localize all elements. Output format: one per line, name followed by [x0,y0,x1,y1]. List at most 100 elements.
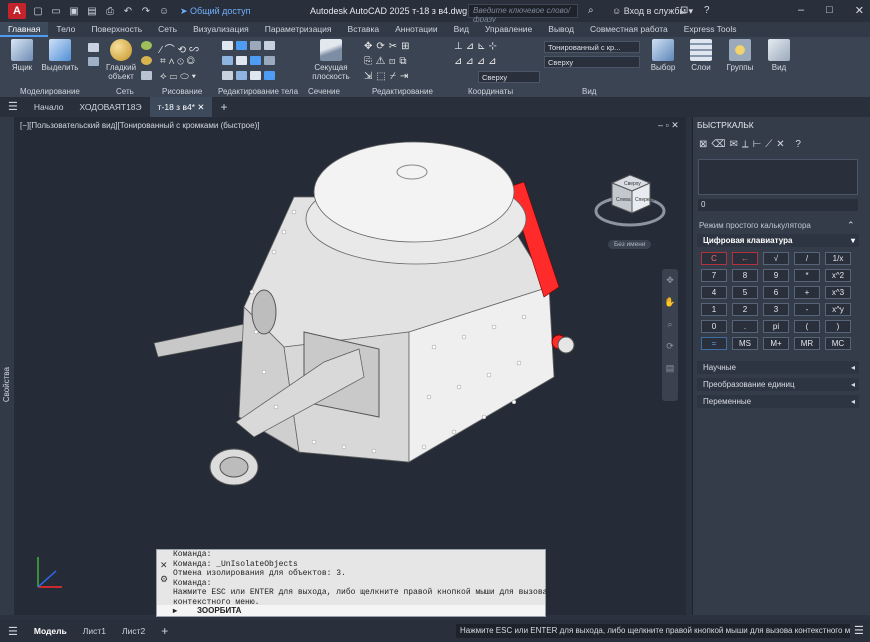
calc-key[interactable]: √ [763,252,789,265]
undo-icon[interactable]: ↶ [122,5,134,17]
chamfer-edges-icon[interactable] [236,71,247,80]
calc-key[interactable]: 8 [732,269,758,282]
ucs-tools-row1[interactable]: ⊥⊿⊾⊹ [454,41,500,52]
calc-key[interactable]: 0 [701,320,727,333]
nav-tools[interactable]: ✥ ✋ ⌕ ⟳ ▤ [662,269,678,379]
mesh-refine-icon[interactable] [141,71,152,80]
minimize-icon[interactable]: – [798,4,804,17]
view-dropdown[interactable]: Сверху [544,56,640,68]
calc-key[interactable]: C [701,252,727,265]
viewcube-ucs-menu[interactable]: Без имени [608,240,652,249]
layout-tab-model[interactable]: Модель [26,626,75,636]
calc-key[interactable]: M+ [763,337,789,350]
calc-key[interactable]: x^2 [825,269,851,282]
calc-key[interactable]: pi [763,320,789,333]
visual-style-dropdown[interactable]: Тонированный с кр... [544,41,640,53]
calc-key[interactable]: ( [794,320,820,333]
calc-key[interactable]: ← [732,252,758,265]
search-icon[interactable]: ⌕ [588,5,594,16]
user-icon[interactable]: ☺ [158,5,170,17]
layout-tab-sheet1[interactable]: Лист1 [75,626,114,636]
viewcube[interactable]: Сверху Слева Спереди [590,161,670,241]
smooth-object-button[interactable]: Гладкий объект [101,39,141,81]
save-icon[interactable]: ▣ [68,5,80,17]
shell-icon[interactable] [250,56,261,65]
doc-tab-hodovaya[interactable]: ХОДОВАЯТ18Э [72,97,150,117]
customize-icon[interactable]: ☰ [854,624,864,637]
groups-button[interactable]: Группы [720,39,760,72]
fillet-edges-icon[interactable] [222,71,233,80]
open-folder-icon[interactable]: ▭ [50,5,62,17]
mesh-smooth-icon[interactable] [141,56,152,65]
calc-key[interactable]: = [701,337,727,350]
menu-icon[interactable]: ☰ [0,97,26,117]
maximize-icon[interactable]: □ [826,4,833,17]
panel-view[interactable]: Вид [582,87,596,96]
quickcalc-input[interactable]: 0 [698,199,858,211]
section-plane-button[interactable]: Секущая плоскость [306,39,356,81]
command-close-icon[interactable]: ✕ [160,560,168,571]
layout-menu-icon[interactable]: ☰ [0,625,26,638]
calc-key[interactable]: 6 [763,286,789,299]
panel-modify[interactable]: Редактирование [372,87,433,96]
panel-coordinates[interactable]: Координаты [468,87,513,96]
calc-key[interactable]: - [794,303,820,316]
save-as-icon[interactable]: ▤ [86,5,98,17]
calc-key[interactable]: x^3 [825,286,851,299]
layers-button[interactable]: Слои [682,39,720,72]
thicken-icon[interactable] [250,71,261,80]
calc-key[interactable]: 9 [763,269,789,282]
cart-icon[interactable]: ⊡ [680,5,688,16]
box-button[interactable]: Ящик [2,39,42,72]
tab-solid[interactable]: Тело [48,22,83,37]
search-input[interactable]: Введите ключевое слово/фразу [468,4,578,24]
calc-key[interactable]: 1/x [825,252,851,265]
new-tab-icon[interactable]: + [212,97,235,117]
intersect-icon[interactable] [250,41,261,50]
subtract-icon[interactable] [236,41,247,50]
doc-tab-current[interactable]: т-18 з в4* ✕ [149,97,213,117]
panel-solid-editing[interactable]: Редактирование тела [218,87,298,96]
add-layout-icon[interactable]: + [153,624,176,638]
calc-key[interactable]: 7 [701,269,727,282]
quickcalc-history[interactable] [698,159,858,195]
modify-tools-row3[interactable]: ⇲⬚⌿⇥ [364,71,412,82]
command-settings-icon[interactable]: ⚙ [160,574,168,585]
union-icon[interactable] [222,41,233,50]
tab-insert[interactable]: Вставка [340,22,388,37]
mesh-icon[interactable] [141,41,152,50]
interfere-icon[interactable] [264,56,275,65]
command-input[interactable]: ▸ ЗООРБИТА [157,605,545,616]
tab-manage[interactable]: Управление [477,22,540,37]
units-section[interactable]: Преобразование единиц ◂ [697,378,859,391]
revolve-icon[interactable] [88,43,99,52]
calc-key[interactable]: * [794,269,820,282]
select-button[interactable]: Выделить [40,39,80,72]
separate-icon[interactable] [236,56,247,65]
new-file-icon[interactable]: ▢ [32,5,44,17]
modify-tools-row2[interactable]: ⎘⚠⊡⧉ [364,56,411,67]
tab-output[interactable]: Вывод [540,22,582,37]
selection-button[interactable]: Выбор [644,39,682,72]
calc-key[interactable]: ) [825,320,851,333]
quickcalc-toolbar[interactable]: ⊠⌫✉⟂⊢⟋✕ ? [699,139,805,150]
calc-key[interactable]: / [794,252,820,265]
modify-tools-row1[interactable]: ✥⟳✂⊞ [364,41,414,52]
tab-home[interactable]: Главная [0,22,49,37]
view-button[interactable]: Вид [760,39,798,72]
panel-modeling[interactable]: Моделирование [20,87,80,96]
calc-key[interactable]: . [732,320,758,333]
redo-icon[interactable]: ↷ [140,5,152,17]
calc-key[interactable]: MC [825,337,851,350]
tab-visualize[interactable]: Визуализация [185,22,257,37]
navigation-bar[interactable]: ✥ ✋ ⌕ ⟳ ▤ [662,269,678,401]
numeric-keypad-section[interactable]: Цифровая клавиатура ▾ [697,234,859,247]
draw-tools-row3[interactable]: ⟡▭⬭▾ [160,71,199,82]
print-icon[interactable]: ⎙ [104,5,116,17]
command-window[interactable]: ✕ ⚙ Команда: Команда: _UnIsolateObjects … [156,549,547,617]
calc-key[interactable]: x^y [825,303,851,316]
tab-collaborate[interactable]: Совместная работа [582,22,676,37]
calc-key[interactable]: 2 [732,303,758,316]
calc-key[interactable]: 3 [763,303,789,316]
calc-key[interactable]: MR [794,337,820,350]
